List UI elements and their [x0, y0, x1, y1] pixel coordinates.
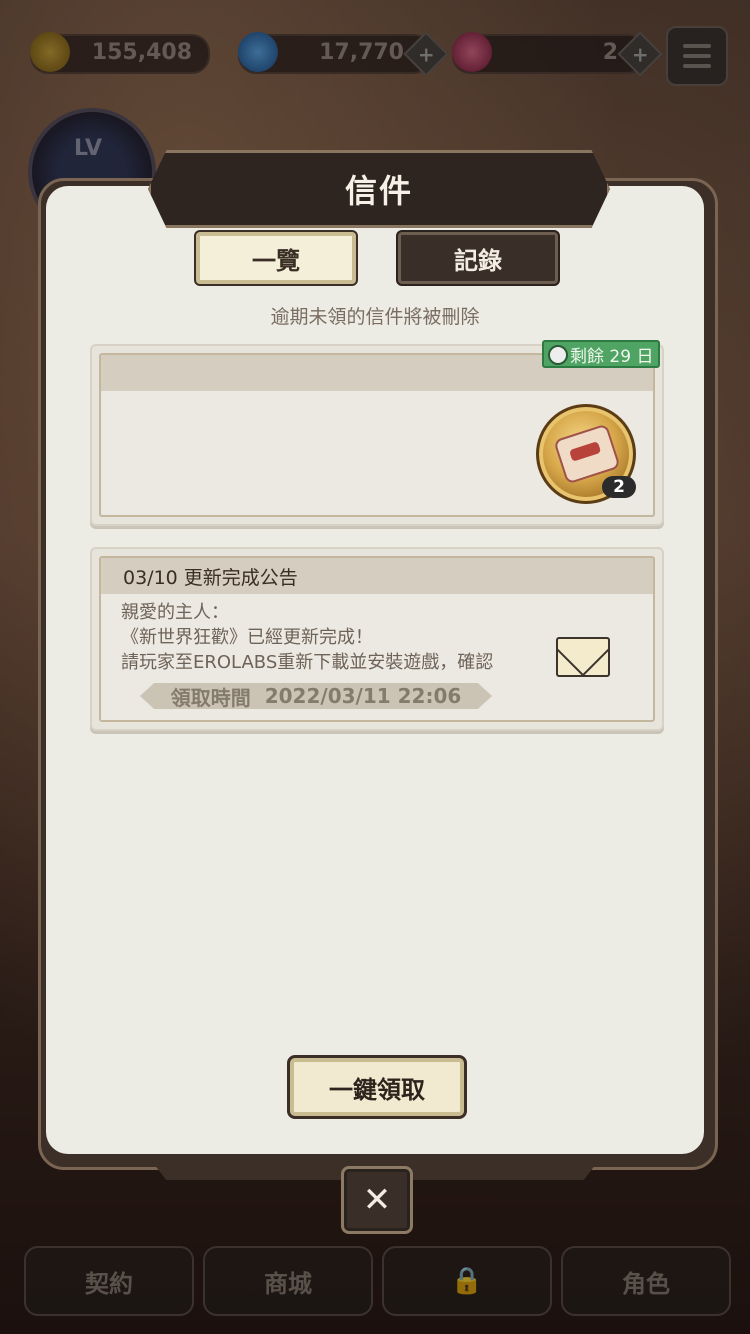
- claim-time-label: 領取時間: [170, 685, 251, 710]
- claim-time-value: 2022/03/11 22:06: [264, 684, 462, 708]
- close-icon: ✕: [362, 1180, 392, 1220]
- clip-icon: [548, 345, 568, 365]
- mail-title: 03/10 更新完成公告: [101, 558, 653, 594]
- claim-all-button[interactable]: 一鍵領取: [287, 1055, 467, 1119]
- close-button[interactable]: ✕: [341, 1166, 413, 1234]
- mail-body-line: 《新世界狂歡》已經更新完成！: [121, 627, 373, 648]
- mail-body-line: 請玩家至EROLABS重新下載並安裝遊戲，確認: [121, 652, 494, 673]
- title-banner: 信件: [148, 150, 610, 228]
- days-left-badge: 剩餘 29 日: [542, 340, 660, 368]
- days-left-text: 剩餘 29 日: [570, 346, 654, 367]
- expiry-notice: 逾期未領的信件將被刪除: [270, 306, 480, 328]
- tab-history[interactable]: 記錄: [396, 230, 560, 286]
- modal-title: 信件: [344, 172, 413, 210]
- tab-list[interactable]: 一覽: [194, 230, 358, 286]
- claim-time-banner: 領取時間 2022/03/11 22:06: [140, 683, 492, 709]
- mail-body: 親愛的主人： 《新世界狂歡》已經更新完成！ 請玩家至EROLABS重新下載並安裝…: [121, 600, 493, 675]
- envelope-icon[interactable]: [556, 637, 610, 677]
- mail-body-line: 親愛的主人：: [121, 602, 229, 623]
- reward-count-badge: 2: [602, 476, 636, 498]
